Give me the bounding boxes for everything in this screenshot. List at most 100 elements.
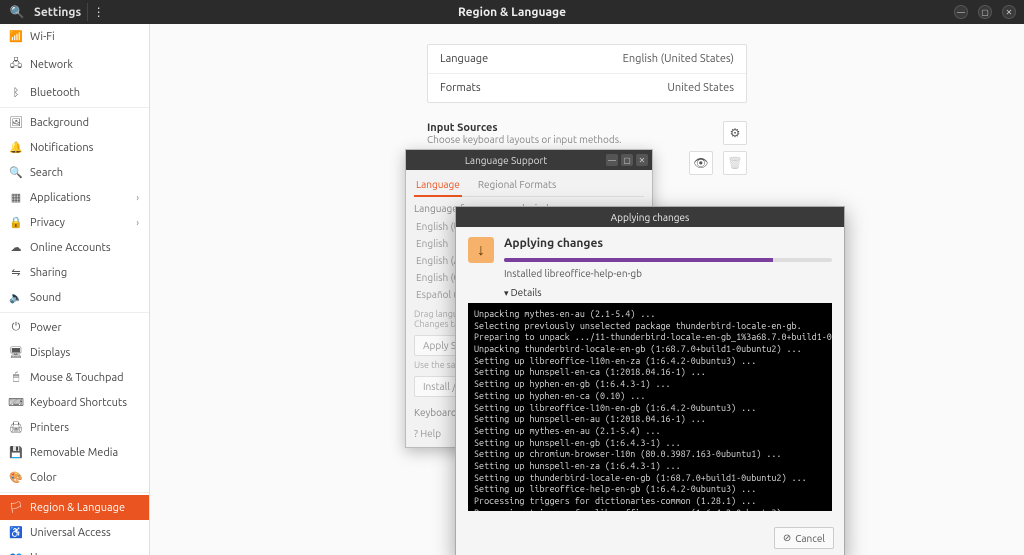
page-title: Region & Language [0,6,1024,19]
sidebar-item-search[interactable]: 🔍 Search [0,160,149,185]
sidebar-label: Displays [30,347,70,359]
sidebar-item-mouse-touchpad[interactable]: 🖱 Mouse & Touchpad [0,365,149,390]
applying-changes-heading: Applying changes [504,237,832,250]
sidebar-icon: 🏳 [10,501,22,514]
sidebar-item-users[interactable]: 👥 Users [0,545,149,555]
minimize-button[interactable]: — [954,5,968,19]
sidebar-item-sound[interactable]: 🔈 Sound [0,285,149,310]
formats-value: United States [667,82,734,94]
sidebar-item-keyboard-shortcuts[interactable]: ⌨ Keyboard Shortcuts [0,390,149,415]
sidebar-icon: 🖨 [10,421,22,434]
sidebar-label: Wi-Fi [30,31,55,43]
sidebar-item-universal-access[interactable]: ♿ Universal Access [0,520,149,545]
sidebar-label: Removable Media [30,447,118,459]
sidebar-item-printers[interactable]: 🖨 Printers [0,415,149,440]
formats-label: Formats [440,82,481,94]
sidebar-label: Search [30,167,63,179]
sidebar-label: Users [30,552,57,555]
tab-regional-formats[interactable]: Regional Formats [476,174,558,196]
sidebar-label: Mouse & Touchpad [30,372,124,384]
ls-maximize-button[interactable]: ▢ [621,154,633,166]
language-support-title: Language Support [406,155,606,166]
language-formats-card: Language English (United States) Formats… [427,44,747,103]
sidebar-label: Color [30,472,57,484]
sidebar-item-bluetooth[interactable]: ᛒ Bluetooth [0,80,149,105]
sidebar-icon: 🔈 [10,291,22,304]
sidebar-label: Region & Language [30,502,125,514]
sidebar-item-color[interactable]: 🎨 Color [0,465,149,490]
eye-icon: 👁 [693,156,708,170]
close-button[interactable]: ✕ [1002,5,1016,19]
sidebar-icon: 👥 [10,551,22,555]
sidebar-icon: 🖧 [10,55,22,74]
language-label: Language [440,53,488,65]
remove-layout-button[interactable]: 🗑 [723,151,747,175]
cancel-icon: ⊘ [783,532,791,544]
applying-changes-dialog: Applying changes ↓ Applying changes Inst… [455,206,845,555]
sidebar-item-sharing[interactable]: ⇋Sharing [0,260,149,285]
sidebar-label: Universal Access [30,527,111,539]
sidebar-item-online-accounts[interactable]: ☁ Online Accounts [0,235,149,260]
language-row[interactable]: Language English (United States) [428,45,746,73]
language-value: English (United States) [623,53,734,65]
maximize-button[interactable]: ▢ [978,5,992,19]
sidebar-icon: 🔍 [10,166,22,179]
trash-icon: 🗑 [727,156,742,170]
sidebar-label: Online Accounts [30,242,111,254]
sidebar-item-applications[interactable]: ▦ Applications › [0,185,149,210]
chevron-right-icon: › [136,217,139,228]
ls-minimize-button[interactable]: — [606,154,618,166]
sidebar-icon: ☁ [10,241,22,254]
sidebar-icon: ᛒ [10,87,22,99]
sidebar-item-background[interactable]: 🖼Background [0,110,149,135]
gear-icon: ⚙ [730,126,741,140]
help-button[interactable]: ? Help [414,428,441,439]
sidebar-label: Power [30,322,62,334]
sidebar-icon: 📶 [10,30,22,43]
chevron-right-icon: › [136,192,139,203]
sidebar-icon: 🔔 [10,141,22,154]
search-icon[interactable]: 🔍 [6,3,28,21]
sidebar-icon: ▦ [10,191,22,204]
sidebar-item-region-language[interactable]: 🏳 Region & Language [0,495,149,520]
sidebar-item-displays[interactable]: 🖥 Displays [0,340,149,365]
sidebar-item-privacy[interactable]: 🔒Privacy› [0,210,149,235]
sidebar-icon: 💾 [10,446,22,459]
header-bar: 🔍 Settings ⋮ Region & Language — ▢ ✕ [0,0,1024,24]
sidebar-item-wi-fi[interactable]: 📶 Wi-Fi [0,24,149,49]
sidebar-icon: 🎨 [10,471,22,484]
sidebar-item-network[interactable]: 🖧Network [0,49,149,80]
tab-language[interactable]: Language [414,174,462,197]
view-layout-button[interactable]: 👁 [689,151,713,175]
content-area: Language English (United States) Formats… [150,24,1024,555]
sidebar-label: Bluetooth [30,87,80,99]
sidebar-label: Sound [30,292,61,304]
install-status: Installed libreoffice-help-en-gb [504,268,832,279]
sidebar-icon: 🖼 [10,116,22,129]
sidebar-icon: 🔒 [10,216,22,229]
sidebar-label: Sharing [30,267,67,279]
sidebar-icon: 🖥 [10,346,22,359]
sidebar-icon: ♿ [10,526,22,539]
details-toggle[interactable]: Details [504,287,832,299]
sidebar-item-power[interactable]: ⏻Power [0,315,149,340]
applying-changes-titlebar: Applying changes [456,207,844,227]
input-sources-subtitle: Choose keyboard layouts or input methods… [427,134,622,145]
sidebar-label: Keyboard Shortcuts [30,397,127,409]
sidebar-label: Applications [30,192,91,204]
app-title: Settings [34,6,81,19]
language-support-tabs: Language Regional Formats [414,174,644,197]
terminal-output: Unpacking mythes-en-au (2.1-5.4) ... Sel… [468,303,832,511]
ls-close-button[interactable]: ✕ [636,154,648,166]
settings-sidebar: 📶 Wi-Fi 🖧Network ᛒ Bluetooth 🖼Background🔔Noti… [0,24,150,555]
input-sources-settings-button[interactable]: ⚙ [723,121,747,145]
sidebar-icon: 🖱 [10,371,22,384]
cancel-button[interactable]: ⊘ Cancel [774,527,834,549]
formats-row[interactable]: Formats United States [428,73,746,102]
download-icon: ↓ [468,237,494,263]
sidebar-label: Printers [30,422,69,434]
hamburger-menu-icon[interactable]: ⋮ [87,3,109,21]
sidebar-item-removable-media[interactable]: 💾 Removable Media [0,440,149,465]
sidebar-item-notifications[interactable]: 🔔Notifications [0,135,149,160]
sidebar-icon: ⌨ [10,396,22,409]
